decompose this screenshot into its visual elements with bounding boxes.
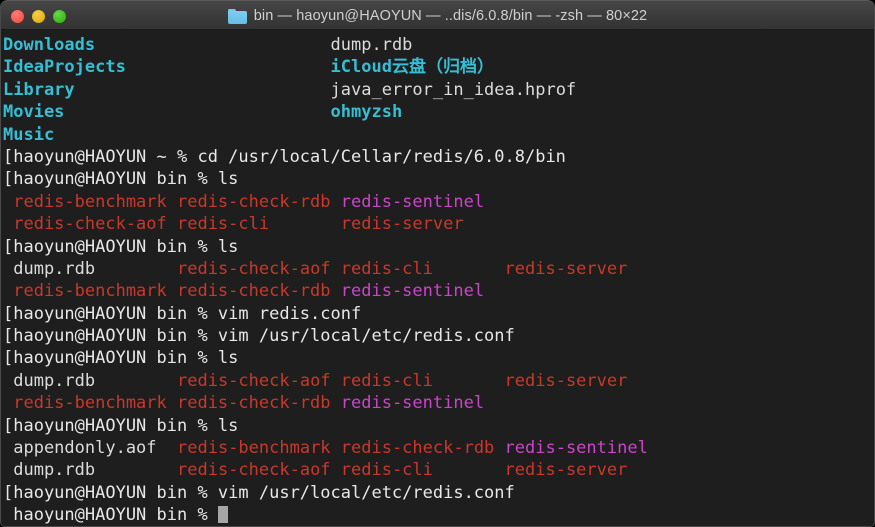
terminal-line: [haoyun@HAOYUN ~ % cd /usr/local/Cellar/…: [3, 146, 874, 168]
terminal-text-segment: redis-check-aof redis-cli redis-server: [3, 214, 464, 235]
terminal-text-segment: [haoyun@HAOYUN bin % vim redis.conf: [3, 303, 362, 324]
terminal-line: redis-benchmark redis-check-rdb redis-se…: [3, 280, 874, 302]
terminal-line: [haoyun@HAOYUN bin % ls: [3, 168, 874, 190]
terminal-line: [haoyun@HAOYUN bin % ls: [3, 347, 874, 369]
terminal-line: Movies ohmyzsh: [3, 101, 874, 123]
terminal-text-segment: redis-benchmark redis-check-rdb: [3, 281, 341, 302]
terminal-text-segment: dump.rdb: [3, 460, 96, 481]
terminal-text-segment: redis-sentinel: [504, 438, 648, 459]
folder-icon: [227, 8, 247, 24]
terminal-line: [haoyun@HAOYUN bin % vim /usr/local/etc/…: [3, 325, 874, 347]
terminal-text-segment: redis-sentinel: [340, 281, 485, 302]
terminal-line: [haoyun@HAOYUN bin % vim redis.conf: [3, 303, 874, 325]
terminal-text-segment: redis-sentinel: [340, 393, 485, 414]
maximize-button[interactable]: [53, 9, 66, 23]
terminal-line: haoyun@HAOYUN bin %: [3, 504, 874, 526]
terminal-line: redis-check-aof redis-cli redis-server: [3, 213, 874, 235]
terminal-line: [haoyun@HAOYUN bin % ls: [3, 415, 874, 437]
terminal-window[interactable]: bin — haoyun@HAOYUN — ..dis/6.0.8/bin — …: [0, 0, 875, 527]
window-title-bar[interactable]: bin — haoyun@HAOYUN — ..dis/6.0.8/bin — …: [1, 0, 874, 30]
terminal-line: dump.rdb redis-check-aof redis-cli redis…: [3, 258, 874, 280]
terminal-text-segment: redis-benchmark redis-check-rdb: [3, 191, 341, 212]
terminal-text-segment: [haoyun@HAOYUN ~ % cd /usr/local/Cellar/…: [3, 146, 566, 167]
terminal-text-segment: [haoyun@HAOYUN bin % vim /usr/local/etc/…: [3, 482, 515, 503]
terminal-line: Music: [3, 124, 874, 146]
terminal-text-segment: redis-check-aof redis-cli redis-server: [177, 460, 628, 481]
terminal-text-segment: [haoyun@HAOYUN bin % ls: [3, 236, 239, 257]
terminal-line: [haoyun@HAOYUN bin % ls: [3, 236, 874, 258]
terminal-text-segment: Music: [3, 124, 55, 145]
terminal-cursor: [217, 506, 229, 524]
terminal-text-segment: [haoyun@HAOYUN bin % ls: [3, 348, 239, 369]
traffic-light-controls[interactable]: [11, 1, 66, 31]
terminal-line: dump.rdb redis-check-aof redis-cli redis…: [3, 370, 874, 392]
minimize-button[interactable]: [32, 9, 45, 23]
terminal-text-segment: java_error_in_idea.hprof: [330, 79, 577, 100]
terminal-text-segment: redis-sentinel: [340, 191, 485, 212]
terminal-text-segment: redis-check-aof redis-cli redis-server: [177, 370, 628, 391]
terminal-text-segment: redis-benchmark redis-check-rdb: [3, 393, 341, 414]
terminal-line: Downloads dump.rdb: [3, 34, 874, 56]
terminal-text-segment: [haoyun@HAOYUN bin % ls: [3, 415, 239, 436]
terminal-text-segment: dump.rdb: [330, 35, 413, 55]
terminal-text-segment: ohmyzsh: [330, 102, 403, 123]
window-title-group: bin — haoyun@HAOYUN — ..dis/6.0.8/bin — …: [1, 1, 874, 31]
terminal-text-segment: [haoyun@HAOYUN bin % ls: [3, 169, 239, 190]
terminal-text-segment: iCloud云盘（归档）: [330, 57, 494, 78]
terminal-line: IdeaProjects iCloud云盘（归档）: [3, 56, 874, 78]
terminal-text-segment: Movies: [3, 102, 65, 123]
terminal-text-segment: dump.rdb: [3, 258, 96, 279]
terminal-line: Library java_error_in_idea.hprof: [3, 79, 874, 101]
terminal-line: redis-benchmark redis-check-rdb redis-se…: [3, 191, 874, 213]
terminal-text-segment: IdeaProjects: [3, 57, 126, 78]
terminal-line: redis-benchmark redis-check-rdb redis-se…: [3, 392, 874, 414]
terminal-text-segment: [haoyun@HAOYUN bin % vim /usr/local/etc/…: [3, 326, 515, 347]
terminal-text-segment: dump.rdb: [3, 370, 96, 391]
terminal-text-segment: redis-check-aof redis-cli redis-server: [177, 258, 628, 279]
terminal-text-segment: Downloads: [3, 35, 96, 55]
terminal-text-segment: redis-benchmark redis-check-rdb: [177, 438, 505, 459]
terminal-text-segment: Library: [3, 79, 75, 100]
terminal-screen[interactable]: Downloads dump.rdb IdeaProjects iCloud云盘（…: [1, 30, 874, 526]
terminal-line: [haoyun@HAOYUN bin % vim /usr/local/etc/…: [3, 482, 874, 504]
terminal-line: dump.rdb redis-check-aof redis-cli redis…: [3, 459, 874, 481]
terminal-text-segment: appendonly.aof: [3, 438, 157, 459]
terminal-line: appendonly.aof redis-benchmark redis-che…: [3, 437, 874, 459]
terminal-text-segment: haoyun@HAOYUN bin %: [3, 505, 218, 526]
close-button[interactable]: [11, 9, 24, 23]
window-title-text: bin — haoyun@HAOYUN — ..dis/6.0.8/bin — …: [253, 8, 648, 24]
